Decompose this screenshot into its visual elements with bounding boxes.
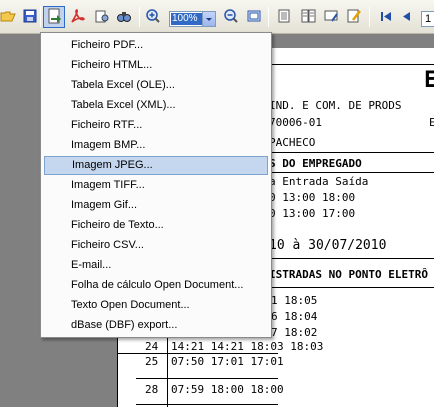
- zoom-select[interactable]: 100%: [169, 11, 216, 27]
- record-day: 24: [145, 340, 159, 353]
- multi-page-icon[interactable]: [300, 8, 318, 26]
- record-times: 07:50 17:01 17:01: [171, 355, 284, 368]
- page-number-input[interactable]: 1: [421, 11, 434, 27]
- period-range: 10 à 30/07/2010: [269, 238, 387, 253]
- record-day: 28: [145, 383, 159, 396]
- single-page-icon[interactable]: [276, 8, 294, 26]
- section-title: S DO EMPREGADO: [269, 157, 362, 170]
- record-times: 07:59 18:00 18:00: [171, 383, 284, 396]
- menu-item-pdf[interactable]: Ficheiro PDF...: [44, 36, 268, 55]
- pdf-icon[interactable]: [69, 8, 87, 26]
- menu-item-html[interactable]: Ficheiro HTML...: [44, 56, 268, 75]
- menu-item-dbf[interactable]: dBase (DBF) export...: [44, 316, 268, 335]
- toolbar: 100% 1: [0, 0, 434, 34]
- previous-page-icon[interactable]: [399, 8, 417, 26]
- record-times: 14:21 14:21 18:03 18:03: [171, 340, 324, 353]
- menu-item-odt[interactable]: Texto Open Document...: [44, 296, 268, 315]
- company-name: IND. E COM. DE PRODS: [269, 99, 402, 112]
- print-setup-icon[interactable]: [93, 8, 111, 26]
- menu-item-ods[interactable]: Folha de cálculo Open Document...: [44, 276, 268, 295]
- menu-item-excel-xml[interactable]: Tabela Excel (XML)...: [44, 96, 268, 115]
- export-icon[interactable]: [43, 6, 65, 28]
- open-folder-icon[interactable]: [0, 8, 18, 26]
- find-icon[interactable]: [116, 8, 134, 26]
- menu-item-text[interactable]: Ficheiro de Texto...: [44, 216, 268, 235]
- records-title: ISTRADAS NO PONTO ELETRÔ: [269, 268, 428, 281]
- company-right-char: E: [429, 116, 434, 129]
- record-day: 25: [145, 355, 159, 368]
- menu-item-email[interactable]: E-mail...: [44, 256, 268, 275]
- edit-icon[interactable]: [346, 8, 364, 26]
- save-icon[interactable]: [22, 8, 40, 26]
- company-code: 70006-01: [269, 116, 322, 129]
- menu-item-excel-ole[interactable]: Tabela Excel (OLE)...: [44, 76, 268, 95]
- schedule-row: 0 13:00 18:00: [269, 191, 356, 204]
- menu-item-bmp[interactable]: Imagem BMP...: [44, 136, 268, 155]
- edit-page-icon[interactable]: [323, 8, 341, 26]
- record-times: 6 18:04: [271, 310, 318, 323]
- record-times: 7 18:02: [271, 326, 318, 339]
- menu-item-jpeg[interactable]: Imagem JPEG...: [44, 156, 268, 175]
- employee-name: PACHECO: [269, 136, 316, 149]
- zoom-in-icon[interactable]: [145, 8, 163, 26]
- zoom-value: 100%: [171, 13, 202, 25]
- fit-page-icon[interactable]: [246, 8, 264, 26]
- menu-item-rtf[interactable]: Ficheiro RTF...: [44, 116, 268, 135]
- chevron-down-icon[interactable]: [202, 12, 215, 26]
- record-times: 1 18:05: [271, 294, 318, 307]
- menu-item-gif[interactable]: Imagem Gif...: [44, 196, 268, 215]
- report-big-char: E: [424, 68, 434, 93]
- export-menu: Ficheiro PDF... Ficheiro HTML... Tabela …: [40, 32, 272, 338]
- zoom-out-icon[interactable]: [223, 8, 241, 26]
- menu-item-tiff[interactable]: Imagem TIFF...: [44, 176, 268, 195]
- first-page-icon[interactable]: [378, 8, 396, 26]
- schedule-row: 0 13:00 17:00: [269, 207, 356, 220]
- schedule-header: a Entrada Saída: [269, 175, 369, 188]
- menu-item-csv[interactable]: Ficheiro CSV...: [44, 236, 268, 255]
